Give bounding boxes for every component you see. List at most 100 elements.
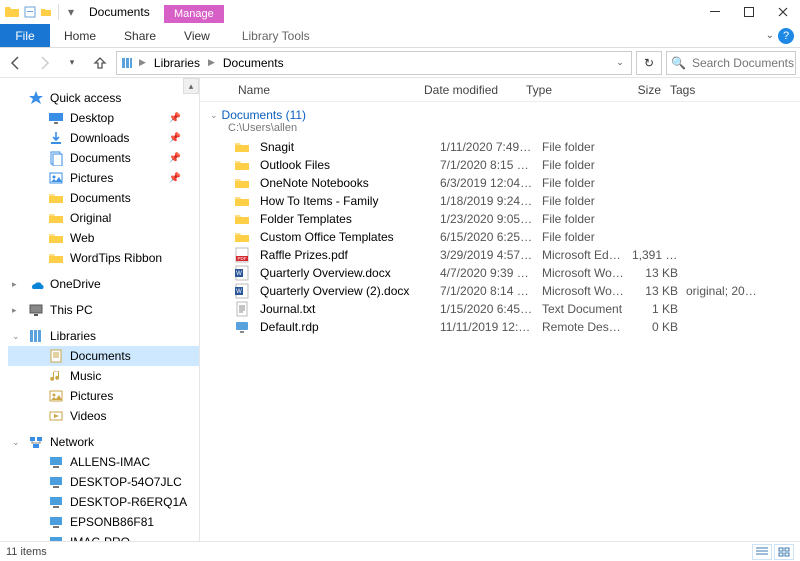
group-header[interactable]: ⌄ Documents (11) (200, 102, 800, 122)
documents-icon (48, 150, 64, 166)
tree-item-web[interactable]: Web (8, 228, 199, 248)
search-box[interactable]: 🔍 (666, 51, 796, 75)
tab-library-tools[interactable]: Library Tools (232, 24, 320, 47)
tree-expander-icon[interactable]: ⌄ (12, 331, 22, 342)
file-row[interactable]: Journal.txt1/15/2020 6:45 PMText Documen… (200, 300, 800, 318)
minimize-button[interactable] (698, 0, 732, 24)
help-icon[interactable]: ? (778, 28, 794, 44)
ribbon-context-tab[interactable]: Manage (164, 5, 224, 23)
file-row[interactable]: WQuarterly Overview (2).docx7/1/2020 8:1… (200, 282, 800, 300)
tree-item-pictures[interactable]: Pictures (8, 386, 199, 406)
pin-icon: 📌 (169, 173, 181, 184)
app-icon (4, 4, 20, 20)
file-name: How To Items - Family (256, 194, 436, 208)
refresh-button[interactable]: ↻ (636, 51, 662, 75)
column-tags[interactable]: Tags (666, 78, 716, 101)
file-date: 7/1/2020 8:14 PM (436, 284, 538, 298)
tree-item-documents[interactable]: Documents (8, 346, 199, 366)
group-expander-icon[interactable]: ⌄ (210, 110, 218, 121)
file-name: Default.rdp (256, 320, 436, 334)
tree-item-desktop-r6erq1a[interactable]: DESKTOP-R6ERQ1A (8, 492, 199, 512)
tree-item-music[interactable]: Music (8, 366, 199, 386)
tree-expander-icon[interactable]: ▸ (12, 279, 22, 290)
file-row[interactable]: PDFRaffle Prizes.pdf3/29/2019 4:57 PMMic… (200, 246, 800, 264)
file-name: Journal.txt (256, 302, 436, 316)
tree-libraries[interactable]: ⌄Libraries (8, 326, 199, 346)
tree-item-downloads[interactable]: Downloads📌 (8, 128, 199, 148)
tree-this-pc[interactable]: ▸This PC (8, 300, 199, 320)
tree-item-desktop-54o7jlc[interactable]: DESKTOP-54O7JLC (8, 472, 199, 492)
column-size[interactable]: Size (612, 78, 666, 101)
file-row[interactable]: Default.rdp11/11/2019 12:13 ...Remote De… (200, 318, 800, 336)
recent-locations-button[interactable]: ▾ (60, 51, 84, 75)
address-dropdown-icon[interactable]: ⌄ (611, 57, 629, 68)
crumb-sep-icon[interactable]: ▶ (137, 57, 148, 68)
file-type: Microsoft Edge ... (538, 248, 628, 262)
tree-item-documents[interactable]: Documents (8, 188, 199, 208)
close-button[interactable] (766, 0, 800, 24)
nav-scroll-up-icon[interactable]: ▴ (183, 78, 199, 94)
file-name: Quarterly Overview (2).docx (256, 284, 436, 298)
tree-item-wordtips-ribbon[interactable]: WordTips Ribbon (8, 248, 199, 268)
tree-network[interactable]: ⌄Network (8, 432, 199, 452)
file-row[interactable]: Custom Office Templates6/15/2020 6:25 PM… (200, 228, 800, 246)
file-tab[interactable]: File (0, 24, 50, 47)
details-view-button[interactable] (752, 544, 772, 560)
file-size: 1,391 KB (628, 248, 682, 262)
tree-item-label: Documents (70, 191, 131, 205)
tree-item-epsonb86f81[interactable]: EPSONB86F81 (8, 512, 199, 532)
tree-expander-icon[interactable]: ▸ (12, 305, 22, 316)
tree-item-original[interactable]: Original (8, 208, 199, 228)
downloads-icon (48, 130, 64, 146)
folder-icon (234, 229, 250, 245)
file-row[interactable]: How To Items - Family1/18/2019 9:24 AMFi… (200, 192, 800, 210)
tree-item-documents[interactable]: Documents📌 (8, 148, 199, 168)
tree-item-videos[interactable]: Videos (8, 406, 199, 426)
ribbon-expand-icon[interactable]: ⌄ (766, 30, 774, 41)
navigation-pane[interactable]: ▴ Quick accessDesktop📌Downloads📌Document… (0, 78, 200, 541)
tab-view[interactable]: View (170, 24, 224, 47)
forward-button[interactable] (32, 51, 56, 75)
column-type[interactable]: Type (522, 78, 612, 101)
qat-properties-icon[interactable] (24, 6, 36, 18)
qat-new-folder-icon[interactable] (40, 6, 52, 18)
tree-expander-icon[interactable]: ⌄ (12, 437, 22, 448)
file-row[interactable]: Folder Templates1/23/2020 9:05 AMFile fo… (200, 210, 800, 228)
network-icon (28, 434, 44, 450)
back-button[interactable] (4, 51, 28, 75)
file-row[interactable]: WQuarterly Overview.docx4/7/2020 9:39 PM… (200, 264, 800, 282)
maximize-button[interactable] (732, 0, 766, 24)
file-row[interactable]: OneNote Notebooks6/3/2019 12:04 PMFile f… (200, 174, 800, 192)
crumb-sep-icon[interactable]: ▶ (206, 57, 217, 68)
tree-item-allens-imac[interactable]: ALLENS-IMAC (8, 452, 199, 472)
tree-item-label: WordTips Ribbon (70, 251, 162, 265)
pdf-icon: PDF (234, 247, 250, 263)
qat-dropdown-icon[interactable]: ▾ (65, 6, 77, 18)
file-name: OneNote Notebooks (256, 176, 436, 190)
folder-icon (234, 211, 250, 227)
tree-quick-access[interactable]: Quick access (8, 88, 199, 108)
tree-item-label: Documents (70, 349, 131, 363)
file-type: File folder (538, 194, 628, 208)
tree-item-pictures[interactable]: Pictures📌 (8, 168, 199, 188)
file-row[interactable]: Outlook Files7/1/2020 8:15 PMFile folder (200, 156, 800, 174)
large-icons-view-button[interactable] (774, 544, 794, 560)
tree-item-imac-pro[interactable]: IMAC-PRO (8, 532, 199, 541)
breadcrumb-documents[interactable]: Documents (219, 56, 288, 70)
search-input[interactable] (690, 55, 800, 71)
column-date-modified[interactable]: Date modified (420, 78, 522, 101)
breadcrumb-libraries[interactable]: Libraries (150, 56, 204, 70)
tab-home[interactable]: Home (50, 24, 110, 47)
address-bar[interactable]: ▶ Libraries ▶ Documents ⌄ (116, 51, 632, 75)
file-row[interactable]: Snagit1/11/2020 7:49 PMFile folder (200, 138, 800, 156)
lib-music-icon (48, 368, 64, 384)
tree-item-label: DESKTOP-54O7JLC (70, 475, 182, 489)
tree-onedrive[interactable]: ▸OneDrive (8, 274, 199, 294)
tree-item-desktop[interactable]: Desktop📌 (8, 108, 199, 128)
column-name[interactable]: Name (234, 78, 420, 101)
status-bar: 11 items (0, 541, 800, 561)
tab-share[interactable]: Share (110, 24, 170, 47)
up-button[interactable] (88, 51, 112, 75)
lib-doc-icon (48, 348, 64, 364)
svg-text:PDF: PDF (238, 256, 247, 261)
